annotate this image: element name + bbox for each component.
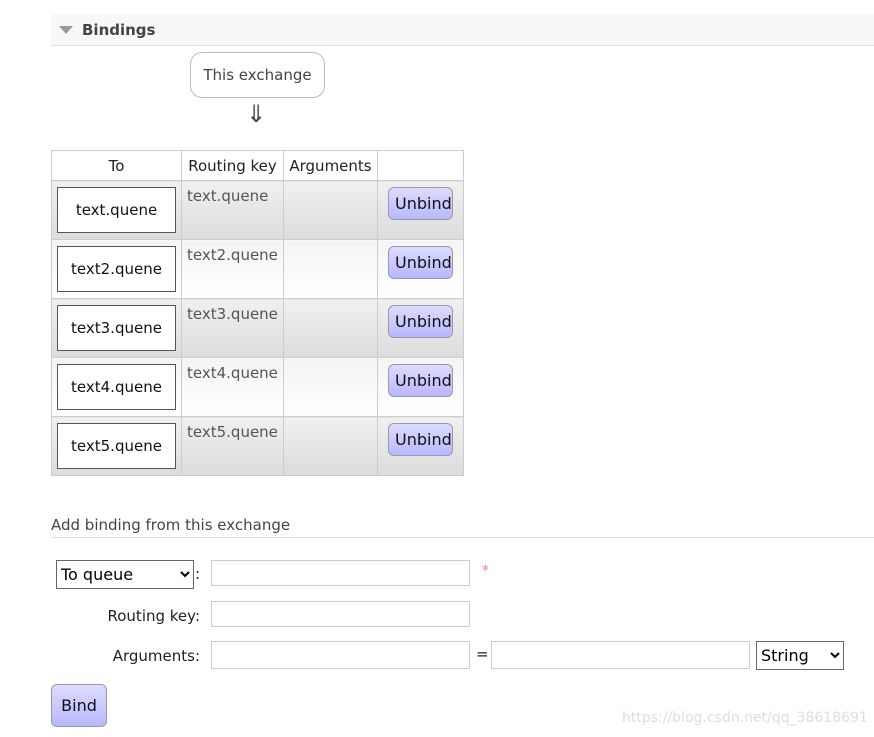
cell-routing-key: text.quene — [181, 180, 284, 240]
queue-link[interactable]: text2.quene — [57, 246, 176, 292]
arguments-label: Arguments: — [112, 647, 200, 665]
cell-arguments — [283, 416, 378, 476]
bindings-table: To Routing key Arguments text.quene text… — [51, 150, 464, 476]
unbind-button[interactable]: Unbind — [388, 187, 453, 220]
queue-link[interactable]: text4.quene — [57, 364, 176, 410]
col-to: To — [51, 150, 182, 181]
cell-routing-key: text2.quene — [181, 239, 284, 299]
add-binding-title: Add binding from this exchange — [51, 516, 874, 538]
argument-value-input[interactable] — [491, 641, 750, 669]
cell-routing-key: text5.quene — [181, 416, 284, 476]
unbind-button[interactable]: Unbind — [388, 423, 453, 456]
queue-link[interactable]: text5.quene — [57, 423, 176, 469]
down-arrow-icon: ⇓ — [246, 100, 267, 128]
this-exchange-node: This exchange — [190, 52, 325, 98]
queue-link[interactable]: text.quene — [57, 187, 176, 233]
table-row: text2.quene text2.quene Unbind — [51, 239, 464, 299]
cell-to: text4.quene — [51, 357, 182, 417]
cell-to: text3.quene — [51, 298, 182, 358]
routing-key-value: text2.quene — [187, 246, 278, 264]
cell-actions: Unbind — [377, 239, 464, 299]
collapse-triangle-icon — [59, 26, 73, 34]
bind-button[interactable]: Bind — [51, 684, 107, 727]
equals-sign: = — [476, 645, 489, 663]
cell-arguments — [283, 180, 378, 240]
cell-to: text2.quene — [51, 239, 182, 299]
routing-key-value: text3.quene — [187, 305, 278, 323]
table-row: text4.quene text4.quene Unbind — [51, 357, 464, 417]
bindings-section-header[interactable]: Bindings — [51, 14, 874, 46]
cell-arguments — [283, 298, 378, 358]
destination-input[interactable] — [211, 560, 470, 586]
cell-arguments — [283, 239, 378, 299]
destination-type-select[interactable]: To queue — [56, 560, 194, 589]
unbind-button[interactable]: Unbind — [388, 364, 453, 397]
colon: : — [195, 565, 201, 583]
routing-key-value: text.quene — [187, 187, 269, 205]
col-arguments: Arguments — [283, 150, 378, 181]
cell-actions: Unbind — [377, 416, 464, 476]
cell-actions: Unbind — [377, 298, 464, 358]
cell-arguments — [283, 357, 378, 417]
routing-key-value: text4.quene — [187, 364, 278, 382]
argument-key-input[interactable] — [211, 641, 470, 669]
cell-to: text5.quene — [51, 416, 182, 476]
table-row: text5.quene text5.quene Unbind — [51, 416, 464, 476]
routing-key-label: Routing key: — [107, 607, 201, 625]
table-row: text.quene text.quene Unbind — [51, 180, 464, 240]
required-mark: * — [482, 563, 489, 579]
section-title: Bindings — [82, 21, 156, 39]
cell-to: text.quene — [51, 180, 182, 240]
routing-key-value: text5.quene — [187, 423, 278, 441]
cell-routing-key: text4.quene — [181, 357, 284, 417]
argument-type-select[interactable]: String — [756, 641, 844, 670]
cell-routing-key: text3.quene — [181, 298, 284, 358]
watermark: https://blog.csdn.net/qq_38618691 — [622, 710, 868, 726]
cell-actions: Unbind — [377, 180, 464, 240]
cell-actions: Unbind — [377, 357, 464, 417]
table-row: text3.quene text3.quene Unbind — [51, 298, 464, 358]
col-routing-key: Routing key — [181, 150, 284, 181]
unbind-button[interactable]: Unbind — [388, 246, 453, 279]
unbind-button[interactable]: Unbind — [388, 305, 453, 338]
routing-key-input[interactable] — [211, 601, 470, 627]
col-actions — [377, 150, 464, 181]
queue-link[interactable]: text3.quene — [57, 305, 176, 351]
